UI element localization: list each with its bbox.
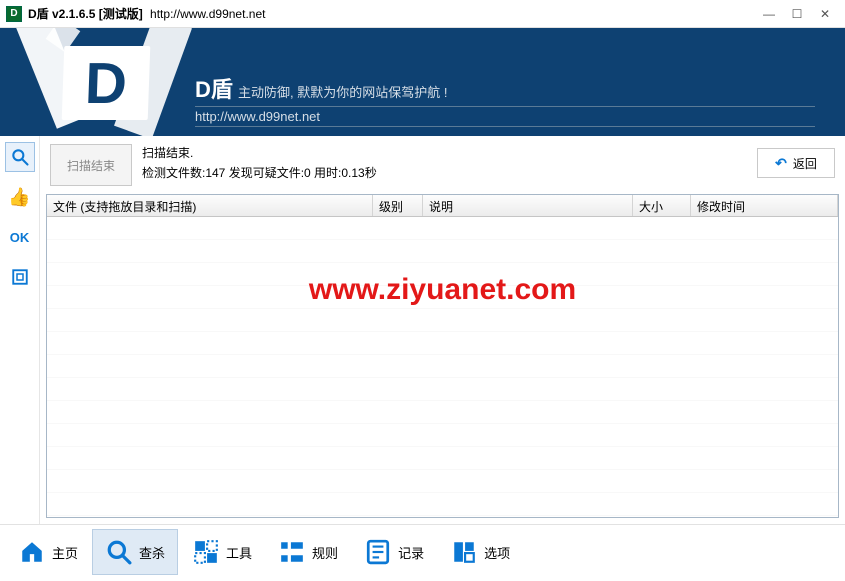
app-icon: D bbox=[6, 6, 22, 22]
rules-icon bbox=[278, 538, 306, 566]
brand-slogan: 主动防御, 默默为你的网站保驾护航 ! bbox=[238, 82, 447, 101]
tools-icon bbox=[192, 538, 220, 566]
grid-header: 文件 (支持拖放目录和扫描) 级别 说明 大小 修改时间 bbox=[47, 195, 838, 217]
minimize-button[interactable]: — bbox=[755, 4, 783, 24]
window-title: D盾 v2.1.6.5 [测试版] http://www.d99net.net bbox=[28, 5, 265, 22]
col-file[interactable]: 文件 (支持拖放目录和扫描) bbox=[47, 195, 373, 216]
brand-name: D盾 bbox=[195, 72, 233, 104]
tab-rules-label: 规则 bbox=[312, 543, 338, 562]
left-toolbar: 👍 OK bbox=[0, 136, 40, 524]
banner: D D盾 主动防御, 默默为你的网站保驾护航 ! http://www.d99n… bbox=[0, 28, 845, 136]
close-button[interactable]: ✕ bbox=[811, 4, 839, 24]
tab-logs-label: 记录 bbox=[398, 543, 424, 562]
col-time[interactable]: 修改时间 bbox=[691, 195, 838, 216]
scan-info: 扫描结束. 检测文件数:147 发现可疑文件:0 用时:0.13秒 bbox=[142, 144, 377, 182]
tab-home[interactable]: 主页 bbox=[6, 529, 90, 575]
scan-header: 扫描结束 扫描结束. 检测文件数:147 发现可疑文件:0 用时:0.13秒 ↶… bbox=[40, 136, 845, 194]
options-icon bbox=[450, 538, 478, 566]
maximize-button[interactable]: ☐ bbox=[783, 4, 811, 24]
scan-status-line: 扫描结束. bbox=[142, 144, 377, 162]
col-desc[interactable]: 说明 bbox=[423, 195, 633, 216]
tab-rules[interactable]: 规则 bbox=[266, 529, 350, 575]
brand-url: http://www.d99net.net bbox=[195, 106, 815, 127]
scan-end-button[interactable]: 扫描结束 bbox=[50, 144, 132, 186]
main-area: 扫描结束 扫描结束. 检测文件数:147 发现可疑文件:0 用时:0.13秒 ↶… bbox=[40, 136, 845, 524]
tab-options-label: 选项 bbox=[484, 543, 510, 562]
undo-icon: ↶ bbox=[775, 155, 787, 172]
col-size[interactable]: 大小 bbox=[633, 195, 691, 216]
search-icon bbox=[10, 147, 30, 167]
scan-stats-line: 检测文件数:147 发现可疑文件:0 用时:0.13秒 bbox=[142, 164, 377, 182]
tab-logs[interactable]: 记录 bbox=[352, 529, 436, 575]
logs-icon bbox=[364, 538, 392, 566]
logo-letter: D bbox=[62, 46, 151, 120]
search-icon bbox=[105, 538, 133, 566]
toolbar-thumb-button[interactable]: 👍 bbox=[5, 182, 35, 212]
col-level[interactable]: 级别 bbox=[373, 195, 423, 216]
back-label: 返回 bbox=[793, 155, 817, 172]
bottom-tabs: 主页 查杀 工具 规则 记录 选项 bbox=[0, 524, 845, 579]
watermark: www.ziyuanet.com bbox=[47, 273, 838, 307]
tab-tools-label: 工具 bbox=[226, 543, 252, 562]
home-icon bbox=[18, 538, 46, 566]
thumb-icon: 👍 bbox=[8, 187, 30, 208]
tab-tools[interactable]: 工具 bbox=[180, 529, 264, 575]
tab-scan[interactable]: 查杀 bbox=[92, 529, 178, 575]
square-icon bbox=[11, 268, 29, 286]
titlebar: D D盾 v2.1.6.5 [测试版] http://www.d99net.ne… bbox=[0, 0, 845, 28]
back-button[interactable]: ↶ 返回 bbox=[757, 148, 835, 178]
toolbar-search-button[interactable] bbox=[5, 142, 35, 172]
toolbar-ok-button[interactable]: OK bbox=[5, 222, 35, 252]
logo-shape: D bbox=[15, 28, 175, 136]
tab-home-label: 主页 bbox=[52, 543, 78, 562]
grid-body[interactable]: www.ziyuanet.com bbox=[47, 217, 838, 517]
toolbar-square-button[interactable] bbox=[5, 262, 35, 292]
tab-scan-label: 查杀 bbox=[139, 543, 165, 562]
ok-label: OK bbox=[10, 230, 30, 245]
results-grid: 文件 (支持拖放目录和扫描) 级别 说明 大小 修改时间 www.ziyuane… bbox=[46, 194, 839, 518]
tab-options[interactable]: 选项 bbox=[438, 529, 522, 575]
